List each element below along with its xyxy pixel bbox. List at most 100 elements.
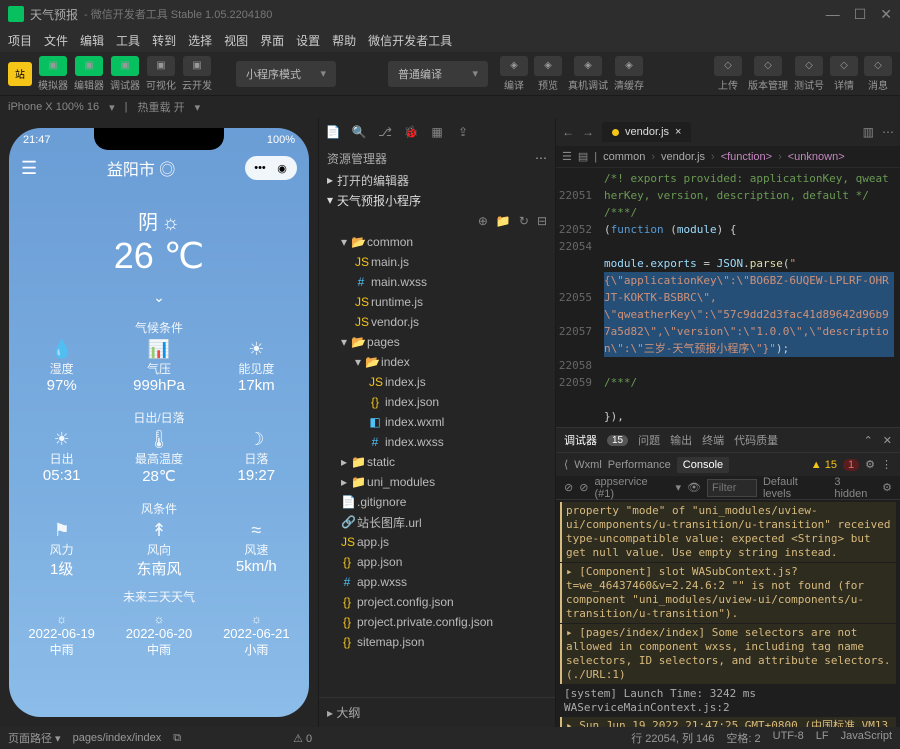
warn-icon[interactable]: ⚠ 0 xyxy=(293,732,312,745)
file-pages[interactable]: ▾ 📂 pages xyxy=(319,332,555,352)
page-route[interactable]: pages/index/index xyxy=(73,732,162,744)
log-entry[interactable]: ▸ [pages/index/index] Some selectors are… xyxy=(560,624,896,684)
capsule-menu-icon[interactable]: ••• xyxy=(251,159,269,177)
file-main.wxss[interactable]: # main.wxss xyxy=(319,272,555,292)
device-name[interactable]: iPhone X 100% 16 xyxy=(8,101,99,113)
file-index.wxml[interactable]: ◧ index.wxml xyxy=(319,412,555,432)
console-tab[interactable]: Console xyxy=(677,457,729,473)
debugger-tab[interactable]: 调试器 xyxy=(564,432,597,448)
nav-back-icon[interactable]: ← xyxy=(562,125,574,139)
menu-转到[interactable]: 转到 xyxy=(152,32,176,49)
maximize-button[interactable]: ☐ xyxy=(854,6,867,23)
file-vendor.js[interactable]: JS vendor.js xyxy=(319,312,555,332)
context-select[interactable]: appservice (#1) xyxy=(594,476,669,500)
search-tab-icon[interactable]: 🔍 xyxy=(351,125,367,139)
file-runtime.js[interactable]: JS runtime.js xyxy=(319,292,555,312)
tool-可视化[interactable]: ▣可视化 xyxy=(146,56,176,92)
file-project.private.config.json[interactable]: {} project.private.config.json xyxy=(319,612,555,632)
location-pin-icon[interactable]: ◎ xyxy=(159,162,175,179)
hamburger-icon[interactable]: ☰ xyxy=(21,158,37,179)
page-path-label[interactable]: 页面路径 ▾ xyxy=(8,730,61,746)
file-uni_modules[interactable]: ▸ 📁 uni_modules xyxy=(319,472,555,492)
expand-chevron-icon[interactable]: ⌄ xyxy=(9,285,309,310)
collapse-icon[interactable]: ⊟ xyxy=(537,214,547,228)
file-index.js[interactable]: JS index.js xyxy=(319,372,555,392)
editor-tab[interactable]: vendor.js × xyxy=(602,122,691,142)
extension-tab-icon[interactable]: ▦ xyxy=(429,125,445,139)
problems-tab[interactable]: 问题 xyxy=(638,432,660,448)
file-app.json[interactable]: {} app.json xyxy=(319,552,555,572)
toc-icon[interactable]: ▤ xyxy=(578,150,588,163)
console-output[interactable]: property "mode" of "uni_modules/uview-ui… xyxy=(556,500,900,727)
menu-项目[interactable]: 项目 xyxy=(8,32,32,49)
branch-tab-icon[interactable]: ⎇ xyxy=(377,125,393,139)
panel-close-icon[interactable]: ✕ xyxy=(883,434,892,447)
menu-视图[interactable]: 视图 xyxy=(224,32,248,49)
file-index.json[interactable]: {} index.json xyxy=(319,392,555,412)
console-settings-icon[interactable]: ⚙ xyxy=(882,481,892,494)
file-static[interactable]: ▸ 📁 static xyxy=(319,452,555,472)
menu-微信开发者工具[interactable]: 微信开发者工具 xyxy=(368,32,452,49)
action-预览[interactable]: ◈预览 xyxy=(534,56,562,92)
code-editor[interactable]: 22051 2205222054 22055 22057 2205822059 … xyxy=(556,168,900,427)
miniprogram-capsule[interactable]: ••• ◉ xyxy=(245,156,297,180)
console-more-icon[interactable]: ⋮ xyxy=(881,458,892,471)
file-.gitignore[interactable]: 📄 .gitignore xyxy=(319,492,555,512)
quality-tab[interactable]: 代码质量 xyxy=(734,432,778,448)
code-content[interactable]: /*! exports provided: applicationKey, qw… xyxy=(598,168,900,427)
right-版本管理[interactable]: ◇版本管理 xyxy=(748,56,788,92)
file-project.config.json[interactable]: {} project.config.json xyxy=(319,592,555,612)
new-folder-icon[interactable]: 📁 xyxy=(496,214,511,228)
share-tab-icon[interactable]: ⇪ xyxy=(455,125,471,139)
editor-more-icon[interactable]: ⋯ xyxy=(882,125,894,139)
log-entry[interactable]: [system] Launch Time: 3242 ms WAServiceM… xyxy=(560,685,896,717)
debug-tab-icon[interactable]: 🐞 xyxy=(403,125,419,139)
menu-帮助[interactable]: 帮助 xyxy=(332,32,356,49)
indent-info[interactable]: 空格: 2 xyxy=(726,730,760,746)
perf-tab[interactable]: Performance xyxy=(608,459,671,471)
filter-input[interactable] xyxy=(707,479,757,497)
file-common[interactable]: ▾ 📂 common xyxy=(319,232,555,252)
refresh-icon[interactable]: ↻ xyxy=(519,214,529,228)
menu-选择[interactable]: 选择 xyxy=(188,32,212,49)
terminal-tab[interactable]: 终端 xyxy=(702,432,724,448)
right-详情[interactable]: ◇详情 xyxy=(830,56,858,92)
console-gear-icon[interactable]: ⚙ xyxy=(865,458,875,471)
tool-编辑器[interactable]: ▣编辑器 xyxy=(74,56,104,92)
file-sitemap.json[interactable]: {} sitemap.json xyxy=(319,632,555,652)
mode-dropdown[interactable]: 小程序模式 xyxy=(236,61,336,87)
encoding[interactable]: UTF-8 xyxy=(773,730,804,746)
eol[interactable]: LF xyxy=(816,730,829,746)
action-真机调试[interactable]: ◈真机调试 xyxy=(568,56,608,92)
tool-模拟器[interactable]: ▣模拟器 xyxy=(38,56,68,92)
language[interactable]: JavaScript xyxy=(841,730,892,746)
menu-设置[interactable]: 设置 xyxy=(296,32,320,49)
menu-界面[interactable]: 界面 xyxy=(260,32,284,49)
panel-chevron-icon[interactable]: ⌃ xyxy=(864,434,873,447)
file-app.wxss[interactable]: # app.wxss xyxy=(319,572,555,592)
log-entry[interactable]: property "mode" of "uni_modules/uview-ui… xyxy=(560,502,896,562)
log-entry[interactable]: ▸ Sun Jun 19 2022 21:47:25 GMT+0800 (中国标… xyxy=(560,717,896,727)
explorer-more-icon[interactable]: ⋯ xyxy=(535,151,547,165)
tool-云开发[interactable]: ▣云开发 xyxy=(182,56,212,92)
clear-icon[interactable]: ⊘ xyxy=(579,481,588,494)
wxml-tab[interactable]: Wxml xyxy=(574,459,602,471)
compile-dropdown[interactable]: 普通编译 xyxy=(388,61,488,87)
open-editors-section[interactable]: ▸ 打开的编辑器 xyxy=(319,170,555,190)
sponsor-icon[interactable]: 站 xyxy=(8,62,32,86)
tab-close-icon[interactable]: × xyxy=(675,126,681,138)
explorer-tab-icon[interactable]: 📄 xyxy=(325,125,341,139)
eye-icon[interactable]: 👁 xyxy=(687,481,701,494)
right-消息[interactable]: ◇消息 xyxy=(864,56,892,92)
level-select[interactable]: Default levels xyxy=(763,476,828,500)
nav-fwd-icon[interactable]: → xyxy=(582,125,594,139)
bookmark-icon[interactable]: ☰ xyxy=(562,150,572,163)
hot-reload-status[interactable]: 热重载 开 xyxy=(138,99,185,115)
action-编译[interactable]: ◈编译 xyxy=(500,56,528,92)
right-测试号[interactable]: ◇测试号 xyxy=(794,56,824,92)
file-main.js[interactable]: JS main.js xyxy=(319,252,555,272)
left-icon[interactable]: ⟨ xyxy=(564,458,568,471)
menu-文件[interactable]: 文件 xyxy=(44,32,68,49)
minimize-button[interactable]: — xyxy=(826,6,840,23)
output-tab[interactable]: 输出 xyxy=(670,432,692,448)
